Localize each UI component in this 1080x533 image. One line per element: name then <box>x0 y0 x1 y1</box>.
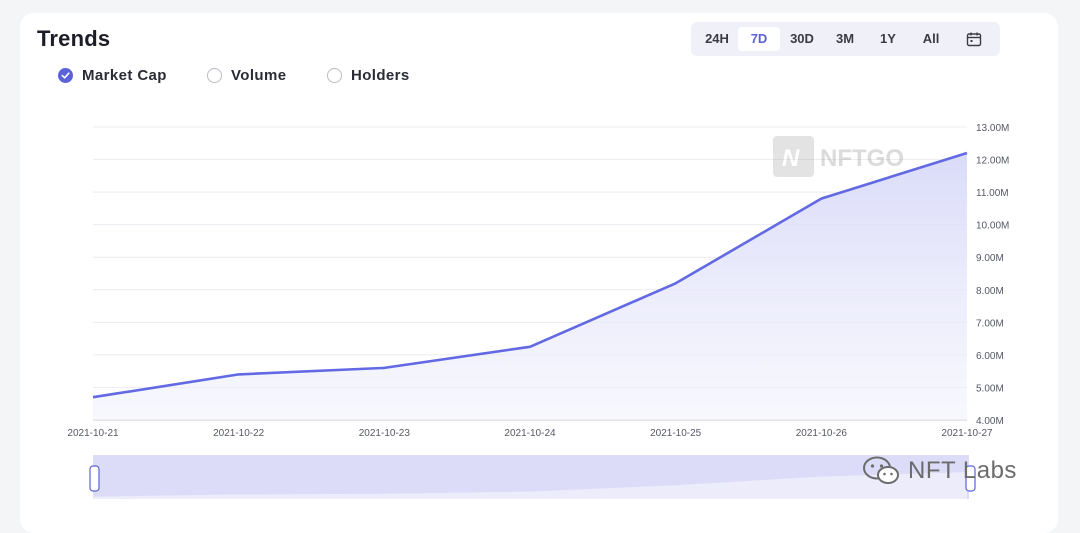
y-tick-label: 8.00M <box>976 286 1004 297</box>
x-axis-ticks: 2021-10-21 2021-10-22 2021-10-23 2021-10-24… <box>67 428 993 439</box>
market-cap-chart: N NFTGO 4.00M 5.00M 6.00M 7.00M 8.00M 9.00M 10… <box>67 123 1009 499</box>
y-tick-label: 12.00M <box>976 156 1009 167</box>
x-tick-label: 2021-10-21 <box>67 428 119 439</box>
range-navigator[interactable] <box>89 455 976 499</box>
watermark-text: NFTGO <box>820 145 904 172</box>
y-tick-label: 9.00M <box>976 253 1004 264</box>
x-tick-label: 2021-10-26 <box>796 428 848 439</box>
x-tick-label: 2021-10-24 <box>504 428 556 439</box>
wechat-icon <box>863 456 899 484</box>
y-axis-ticks: 4.00M 5.00M 6.00M 7.00M 8.00M 9.00M 10.00M 11.0… <box>976 123 1009 427</box>
x-tick-label: 2021-10-23 <box>359 428 411 439</box>
y-tick-label: 7.00M <box>976 318 1004 329</box>
y-tick-label: 13.00M <box>976 123 1009 134</box>
y-tick-label: 6.00M <box>976 351 1004 362</box>
y-tick-label: 11.00M <box>976 188 1009 199</box>
navigator-left-handle[interactable] <box>89 465 100 492</box>
x-tick-label: 2021-10-22 <box>213 428 265 439</box>
brand-text: NFT Labs <box>908 457 1017 484</box>
branding: NFT Labs <box>862 455 1017 487</box>
y-tick-label: 10.00M <box>976 221 1009 232</box>
y-tick-label: 5.00M <box>976 383 1004 394</box>
svg-text:N: N <box>782 145 800 172</box>
watermark: N NFTGO <box>773 136 904 177</box>
x-tick-label: 2021-10-27 <box>941 428 993 439</box>
x-tick-label: 2021-10-25 <box>650 428 702 439</box>
y-tick-label: 4.00M <box>976 416 1004 427</box>
